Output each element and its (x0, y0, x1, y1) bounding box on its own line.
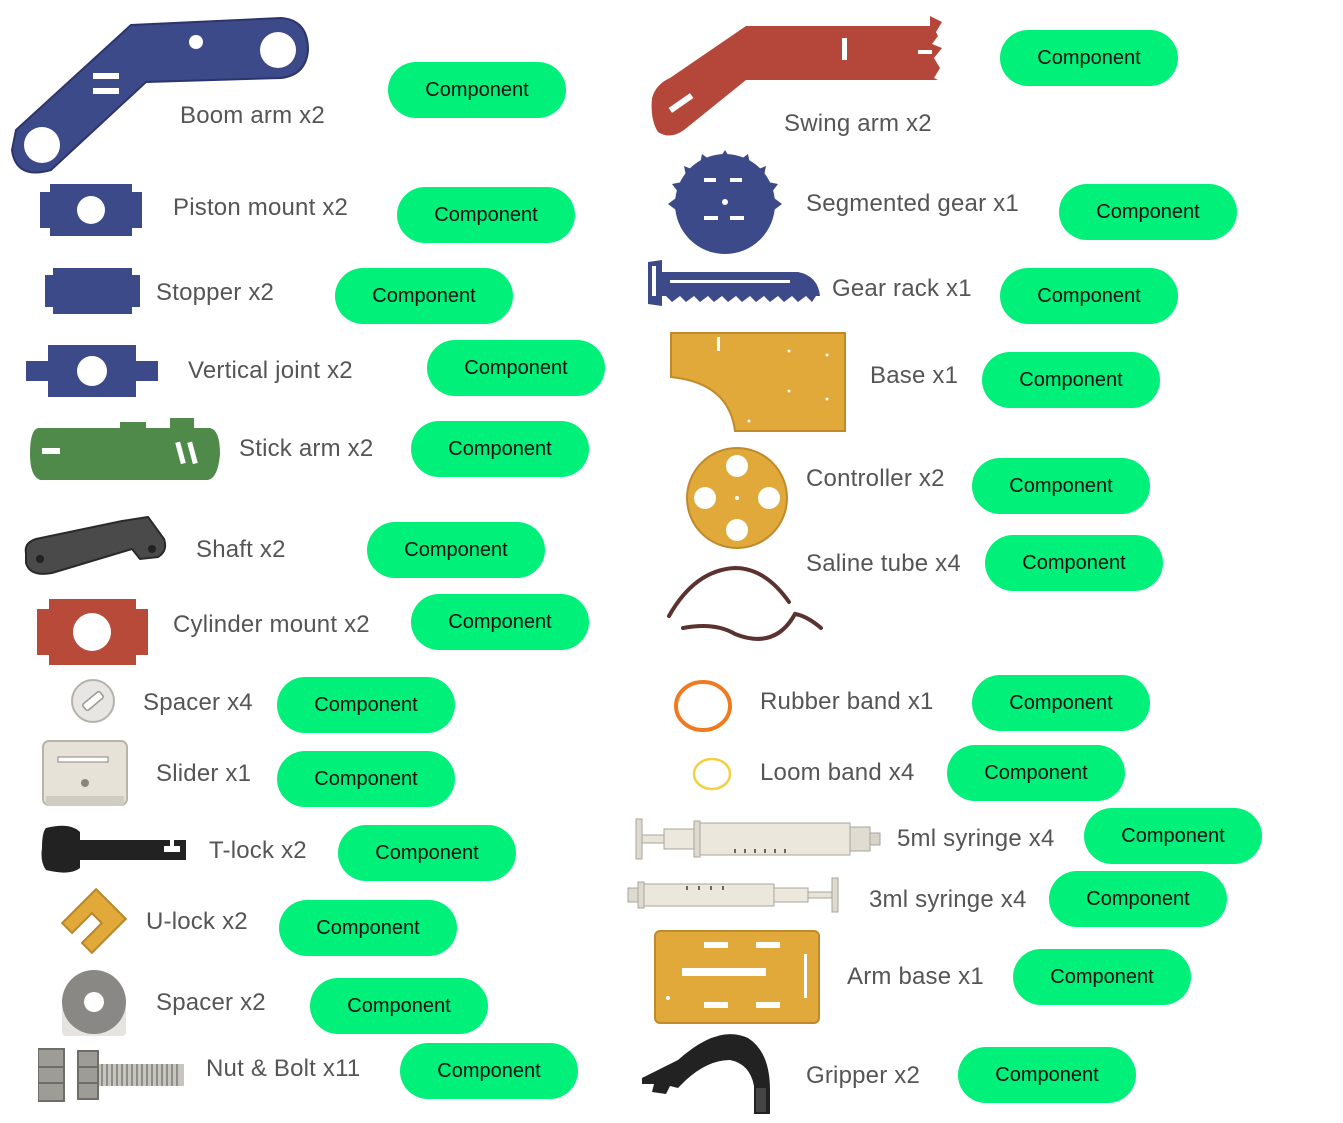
part-label-gear-rack: Gear rack x1 (832, 275, 972, 302)
part-label-vertical-joint: Vertical joint x2 (188, 357, 353, 384)
component-button-gear-rack[interactable]: Component (1000, 268, 1178, 324)
part-label-stopper: Stopper x2 (156, 279, 275, 306)
part-label-nut-bolt: Nut & Bolt x11 (206, 1055, 361, 1082)
part-label-arm-base: Arm base x1 (847, 963, 984, 990)
u-lock-icon (60, 888, 128, 954)
part-label-loom-band: Loom band x4 (760, 759, 915, 786)
syringe-5ml-icon (634, 815, 882, 863)
component-button-stick-arm[interactable]: Component (411, 421, 589, 477)
base-plate-icon (669, 331, 847, 433)
component-button-piston-mount[interactable]: Component (397, 187, 575, 243)
shaft-icon (22, 515, 167, 580)
component-button-spacer-large[interactable]: Component (310, 978, 488, 1034)
component-button-arm-base[interactable]: Component (1013, 949, 1191, 1005)
component-button-syringe-3ml[interactable]: Component (1049, 871, 1227, 927)
component-button-vertical-joint[interactable]: Component (427, 340, 605, 396)
part-label-swing-arm: Swing arm x2 (784, 110, 932, 137)
part-label-boom-arm: Boom arm x2 (180, 102, 325, 129)
component-button-t-lock[interactable]: Component (338, 825, 516, 881)
part-label-u-lock: U-lock x2 (146, 908, 248, 935)
piston-mount-icon (40, 184, 142, 236)
part-label-controller: Controller x2 (806, 465, 945, 492)
component-button-controller[interactable]: Component (972, 458, 1150, 514)
saline-tube-icon (665, 560, 825, 644)
gear-rack-icon (646, 258, 822, 308)
t-lock-icon (40, 822, 186, 876)
component-button-shaft[interactable]: Component (367, 522, 545, 578)
component-button-segmented-gear[interactable]: Component (1059, 184, 1237, 240)
component-button-loom-band[interactable]: Component (947, 745, 1125, 801)
part-label-segmented-gear: Segmented gear x1 (806, 190, 1019, 217)
slider-icon (42, 740, 128, 808)
component-button-swing-arm[interactable]: Component (1000, 30, 1178, 86)
part-label-stick-arm: Stick arm x2 (239, 435, 374, 462)
component-button-syringe-5ml[interactable]: Component (1084, 808, 1262, 864)
component-button-slider[interactable]: Component (277, 751, 455, 807)
part-label-syringe-3ml: 3ml syringe x4 (869, 886, 1027, 913)
controller-disc-icon (685, 446, 789, 550)
stick-arm-icon (28, 416, 220, 482)
part-label-spacer-small: Spacer x4 (143, 689, 253, 716)
component-button-cylinder-mount[interactable]: Component (411, 594, 589, 650)
component-button-u-lock[interactable]: Component (279, 900, 457, 956)
part-label-saline-tube: Saline tube x4 (806, 550, 961, 577)
component-button-nut-bolt[interactable]: Component (400, 1043, 578, 1099)
spacer-washer-icon (70, 678, 116, 724)
part-label-spacer-large: Spacer x2 (156, 989, 266, 1016)
component-button-gripper[interactable]: Component (958, 1047, 1136, 1103)
component-button-stopper[interactable]: Component (335, 268, 513, 324)
part-label-shaft: Shaft x2 (196, 536, 286, 563)
component-button-base[interactable]: Component (982, 352, 1160, 408)
component-button-rubber-band[interactable]: Component (972, 675, 1150, 731)
part-label-piston-mount: Piston mount x2 (173, 194, 349, 221)
syringe-3ml-icon (626, 876, 842, 914)
segmented-gear-icon (668, 150, 782, 256)
component-button-saline-tube[interactable]: Component (985, 535, 1163, 591)
part-label-syringe-5ml: 5ml syringe x4 (897, 825, 1055, 852)
cylinder-mount-icon (37, 599, 148, 665)
stopper-icon (45, 268, 140, 314)
loom-band-icon (690, 755, 734, 793)
part-label-slider: Slider x1 (156, 760, 252, 787)
boom-arm-icon (6, 10, 311, 175)
spacer-large-icon (59, 970, 129, 1038)
gripper-icon (638, 1030, 772, 1116)
part-label-cylinder-mount: Cylinder mount x2 (173, 611, 370, 638)
component-button-boom-arm[interactable]: Component (388, 62, 566, 118)
nut-bolt-icon (38, 1045, 186, 1105)
component-button-spacer-small[interactable]: Component (277, 677, 455, 733)
arm-base-icon (654, 930, 820, 1024)
part-label-rubber-band: Rubber band x1 (760, 688, 934, 715)
part-label-gripper: Gripper x2 (806, 1062, 921, 1089)
part-label-base: Base x1 (870, 362, 959, 389)
part-label-t-lock: T-lock x2 (209, 837, 307, 864)
rubber-band-icon (672, 677, 734, 735)
vertical-joint-icon (26, 345, 158, 397)
